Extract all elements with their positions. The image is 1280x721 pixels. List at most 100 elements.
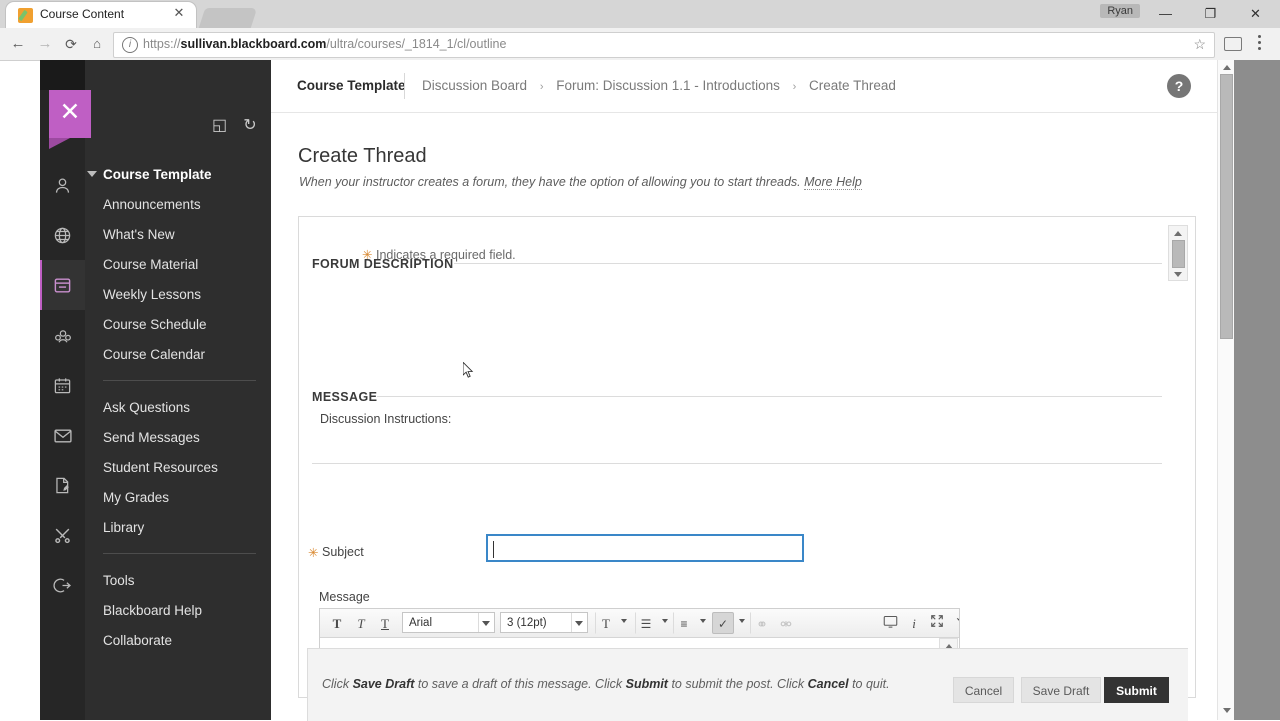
browser-menu-icon[interactable]	[1258, 35, 1262, 53]
breadcrumb: Course Template Discussion Board › Forum…	[271, 60, 1217, 113]
cancel-button[interactable]: Cancel	[953, 677, 1014, 703]
page-scrollbar-thumb[interactable]	[1220, 74, 1233, 339]
font-size-select[interactable]: 3 (12pt)	[500, 612, 588, 633]
breadcrumb-separator-icon: ›	[539, 81, 544, 93]
font-family-select[interactable]: Arial	[402, 612, 495, 633]
window-maximize-button[interactable]: ❐	[1188, 0, 1233, 28]
bullet-list-chevron-icon[interactable]	[662, 619, 668, 623]
bold-icon[interactable]: T	[325, 612, 349, 634]
messages-icon[interactable]	[40, 410, 85, 460]
sidebar-item-send-messages[interactable]: Send Messages	[85, 423, 271, 453]
sidebar-item-blackboard-help[interactable]: Blackboard Help	[85, 596, 271, 626]
help-icon[interactable]: ?	[1167, 74, 1191, 98]
sidebar-item-my-grades[interactable]: My Grades	[85, 483, 271, 513]
back-icon[interactable]: ←	[8, 34, 28, 54]
editor-toolbar: T T T Arial 3 (12pt) T ☰ ≡ ✓ ⚭ ⚮ i	[320, 609, 959, 638]
underline-icon[interactable]: T	[373, 612, 397, 634]
numbered-list-chevron-icon[interactable]	[700, 619, 706, 623]
sidebar-item-label: Collaborate	[103, 633, 173, 648]
text-color-chevron-icon[interactable]	[621, 619, 627, 623]
close-icon: ✕	[59, 98, 81, 126]
address-bar[interactable]: i https://sullivan.blackboard.com/ultra/…	[113, 32, 1215, 58]
url-path: /ultra/courses/_1814_1/cl/outline	[326, 37, 507, 51]
site-info-icon[interactable]: i	[122, 37, 138, 53]
create-thread-form: ✳ Indicates a required field. FORUM DESC…	[298, 216, 1196, 698]
scroll-down-icon[interactable]	[1222, 708, 1231, 713]
italic-icon[interactable]: T	[349, 612, 373, 634]
window-minimize-button[interactable]: —	[1143, 0, 1188, 28]
cast-icon[interactable]	[1224, 37, 1242, 51]
refresh-icon[interactable]: ↻	[237, 115, 263, 137]
sidebar-item-weekly-lessons[interactable]: Weekly Lessons	[85, 280, 271, 310]
unlink-icon: ⚮	[780, 616, 792, 632]
more-help-link[interactable]: More Help	[804, 175, 862, 190]
save-draft-button[interactable]: Save Draft	[1021, 677, 1101, 703]
fullscreen-icon[interactable]	[926, 612, 948, 634]
grades-icon[interactable]	[40, 460, 85, 510]
sidebar-item-course-material[interactable]: Course Material	[85, 250, 271, 280]
browser-tab[interactable]: Course Content ✕	[6, 2, 196, 28]
numbered-list-icon[interactable]: ≡	[673, 612, 695, 634]
profile-icon[interactable]	[40, 160, 85, 210]
subject-input[interactable]	[486, 534, 804, 562]
sidebar-item-library[interactable]: Library	[85, 513, 271, 543]
spellcheck-chevron-icon[interactable]	[739, 619, 745, 623]
sidebar-item-label: Course Template	[103, 167, 212, 182]
preview-icon[interactable]	[878, 612, 902, 634]
sidebar-item-collaborate[interactable]: Collaborate	[85, 626, 271, 656]
window-close-button[interactable]: ✕	[1233, 0, 1278, 28]
calendar-icon[interactable]	[40, 360, 85, 410]
bookmark-star-icon[interactable]: ☆	[1193, 36, 1206, 53]
sidebar-item-student-resources[interactable]: Student Resources	[85, 453, 271, 483]
section-rule	[454, 263, 1162, 264]
font-family-value: Arial	[409, 617, 433, 629]
scroll-up-icon[interactable]	[1174, 231, 1182, 236]
home-icon[interactable]: ⌂	[87, 34, 107, 54]
new-tab-button[interactable]	[198, 8, 258, 28]
menu-divider	[103, 380, 256, 381]
page-scrollbar[interactable]	[1217, 60, 1235, 720]
folder-view-icon[interactable]: ◱	[207, 115, 233, 137]
breadcrumb-discussion-board[interactable]: Discussion Board	[422, 78, 527, 93]
global-nav-rail: ✕	[40, 60, 91, 720]
section-header-forum-description: FORUM DESCRIPTION	[312, 257, 454, 271]
tools-icon[interactable]	[40, 510, 85, 560]
chevron-down-icon	[482, 621, 490, 626]
scroll-down-icon[interactable]	[1174, 272, 1182, 277]
reload-icon[interactable]: ⟳	[61, 34, 81, 54]
page-subtitle: When your instructor creates a forum, th…	[299, 175, 862, 190]
breadcrumb-forum[interactable]: Forum: Discussion 1.1 - Introductions	[556, 78, 780, 93]
courses-icon[interactable]	[40, 260, 85, 310]
sidebar-item-ask-questions[interactable]: Ask Questions	[85, 393, 271, 423]
sidebar-item-whats-new[interactable]: What's New	[85, 220, 271, 250]
sidebar-item-course-template[interactable]: Course Template	[85, 160, 271, 190]
sidebar-item-announcements[interactable]: Announcements	[85, 190, 271, 220]
scroll-up-icon[interactable]	[1222, 65, 1231, 70]
forward-icon[interactable]: →	[35, 34, 55, 54]
institution-icon[interactable]	[40, 210, 85, 260]
page-subtitle-text: When your instructor creates a forum, th…	[299, 175, 801, 189]
info-icon[interactable]: i	[904, 612, 924, 634]
sidebar-item-course-schedule[interactable]: Course Schedule	[85, 310, 271, 340]
sidebar-item-tools[interactable]: Tools	[85, 566, 271, 596]
bullet-list-icon[interactable]: ☰	[635, 612, 657, 634]
more-options-chevron-icon[interactable]: ˇ	[948, 612, 959, 634]
chevron-down-icon	[87, 171, 97, 177]
form-scrollbar[interactable]	[1168, 225, 1188, 281]
sidebar-item-course-calendar[interactable]: Course Calendar	[85, 340, 271, 370]
font-size-value: 3 (12pt)	[507, 617, 547, 629]
sidebar-item-label: Blackboard Help	[103, 603, 203, 618]
breadcrumb-create-thread[interactable]: Create Thread	[809, 78, 896, 93]
close-panel-badge[interactable]: ✕	[49, 90, 91, 149]
text-color-icon[interactable]: T	[595, 612, 617, 634]
user-chip[interactable]: Ryan	[1100, 4, 1140, 18]
organizations-icon[interactable]	[40, 310, 85, 360]
spellcheck-icon[interactable]: ✓	[712, 612, 734, 634]
submit-button[interactable]: Submit	[1104, 677, 1169, 703]
mouse-cursor	[463, 362, 474, 378]
sidebar-item-label: Course Calendar	[103, 347, 206, 362]
signout-icon[interactable]	[40, 560, 85, 610]
form-scrollbar-thumb[interactable]	[1172, 240, 1185, 268]
tab-close-icon[interactable]: ✕	[172, 6, 186, 20]
content-area: Course Template Discussion Board › Forum…	[271, 60, 1217, 720]
